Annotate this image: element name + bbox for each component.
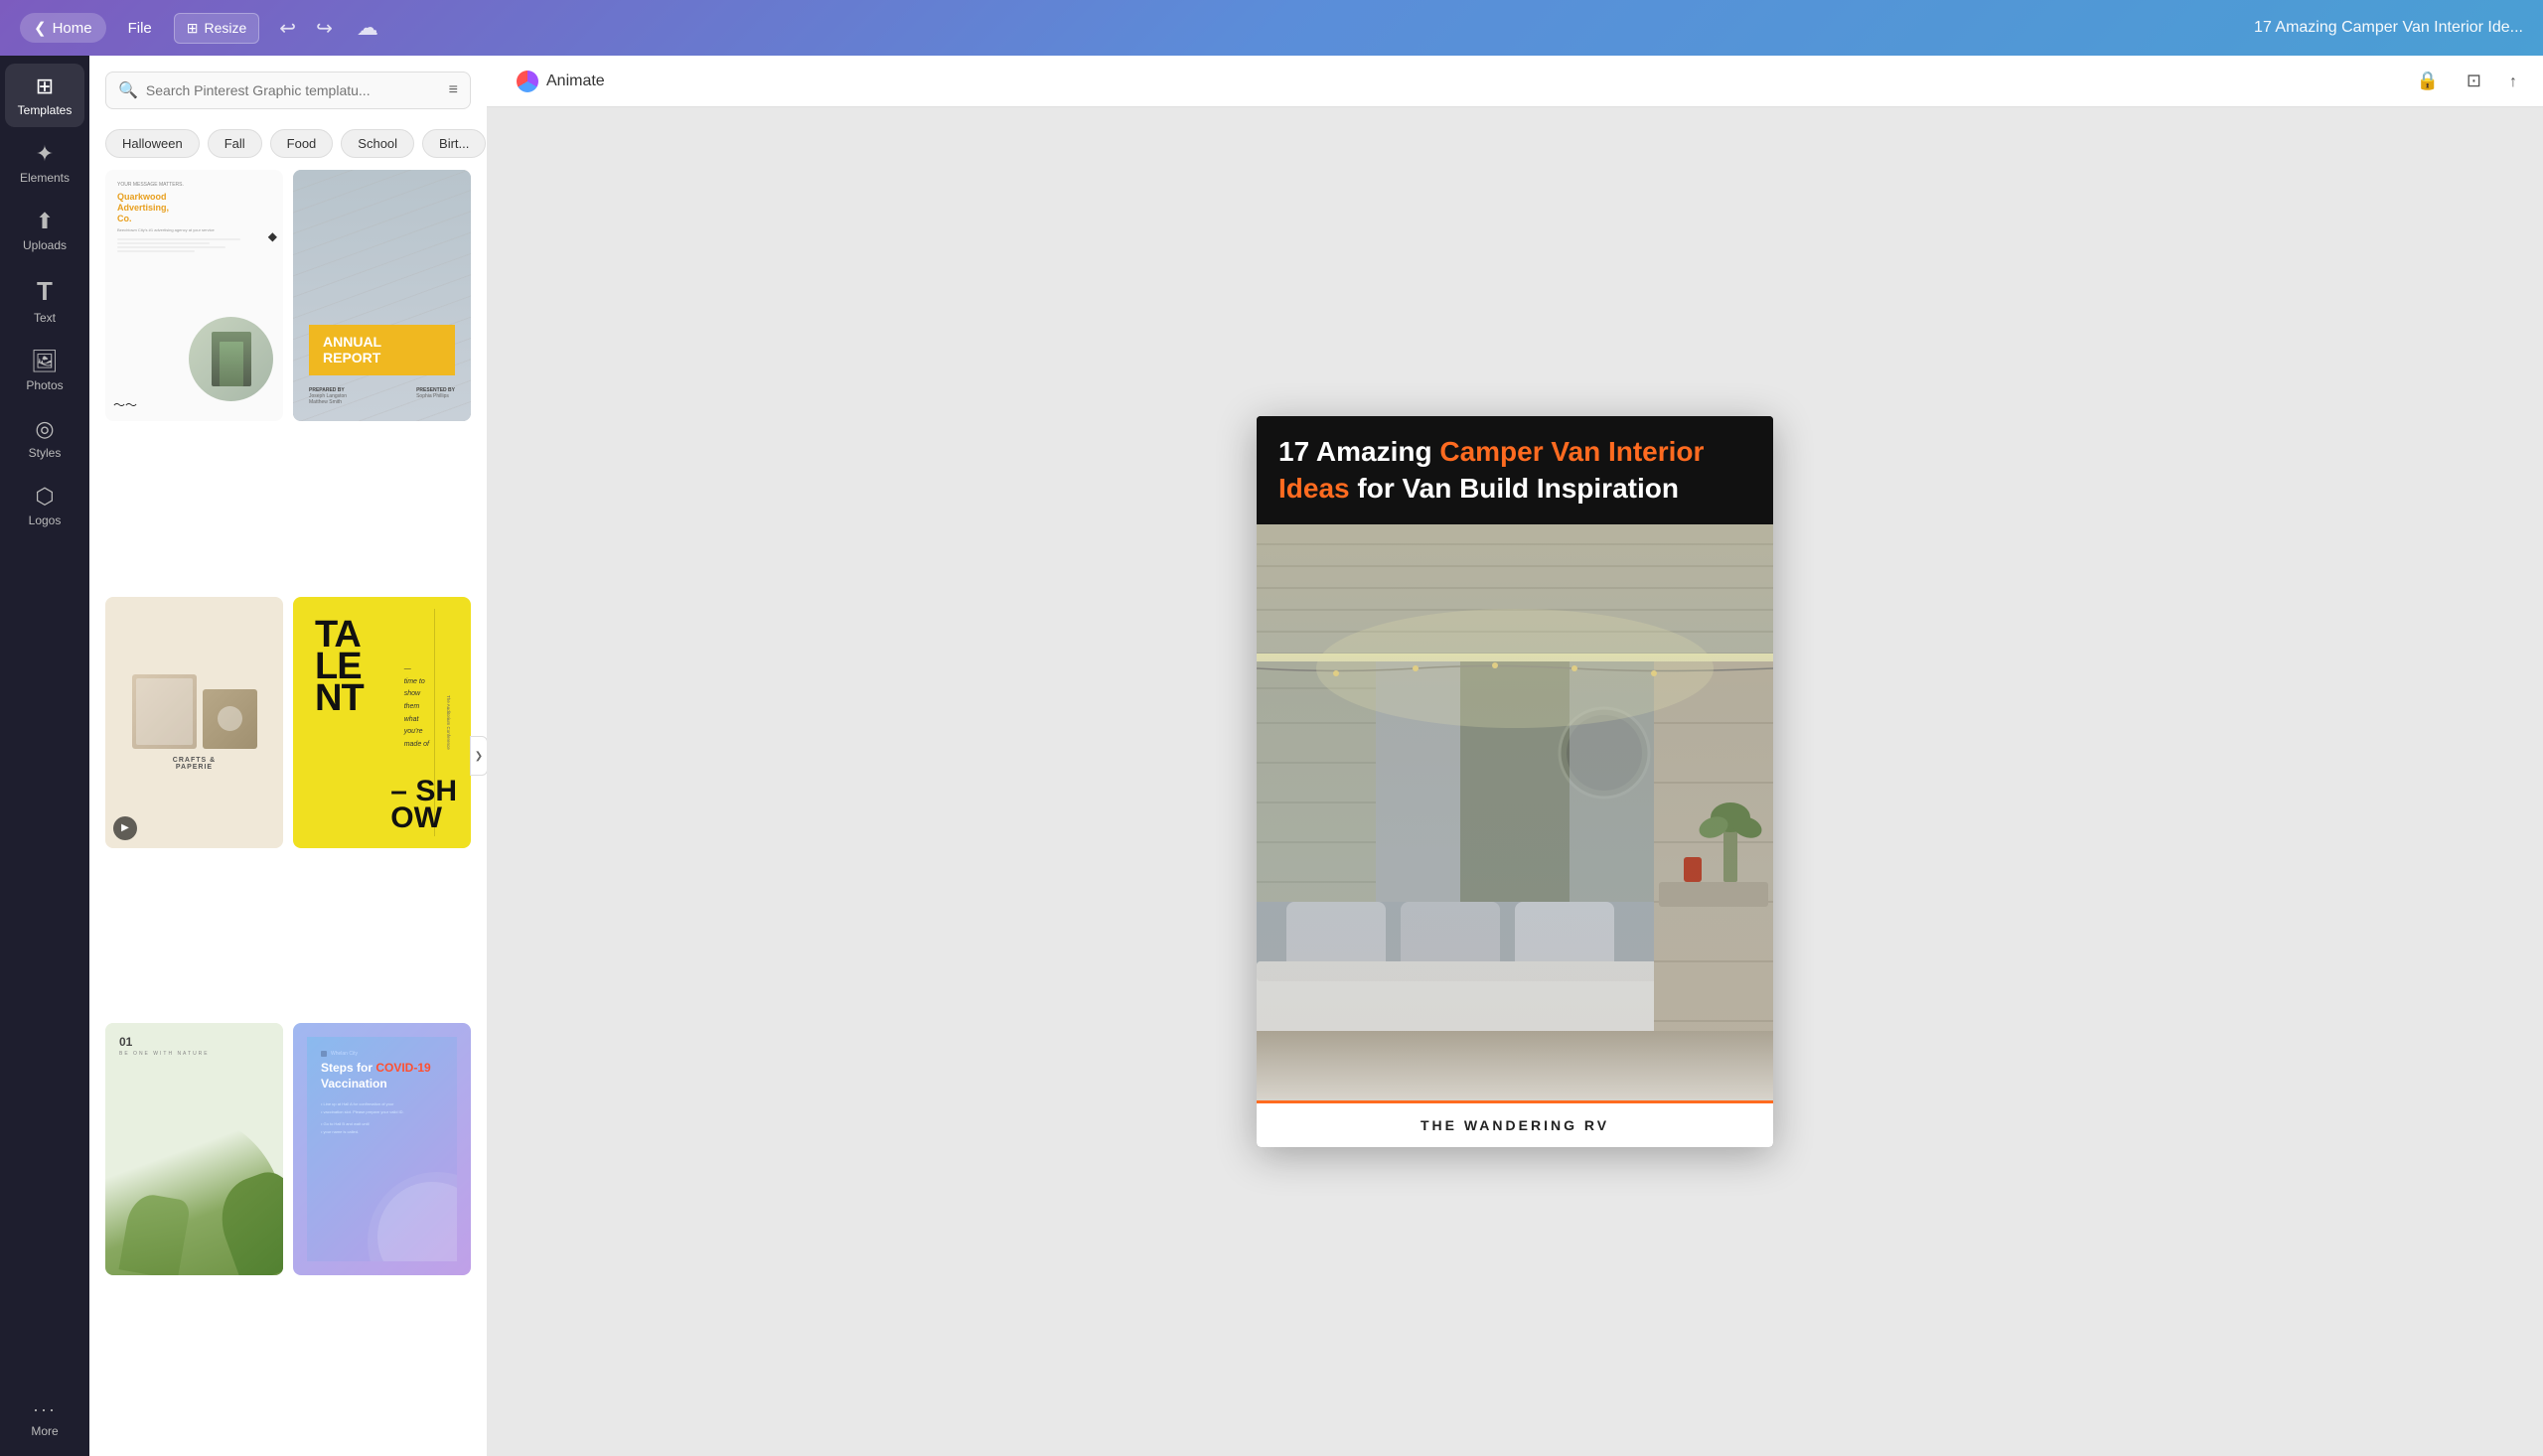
lock-button[interactable]: 🔒 [2410,65,2444,97]
template-card-covid[interactable]: Whelan City Steps for COVID-19Vaccinatio… [293,1023,471,1274]
share-icon: ↑ [2509,73,2517,90]
template-card-talent[interactable]: TALENT —time toshowthemwhatyou'remade of… [293,597,471,848]
photos-icon: 🖼 [31,349,59,374]
design-title-suffix: for Van Build Inspiration [1350,473,1679,504]
sidebar-label-photos: Photos [26,378,63,392]
chip-school[interactable]: School [341,129,414,158]
sidebar-item-uploads[interactable]: ⬆ Uploads [5,199,84,262]
resize-icon: ⊞ [187,20,199,37]
document-title: 17 Amazing Camper Van Interior Ide... [2254,19,2523,37]
copy-button[interactable]: ⊡ [2461,65,2487,97]
sidebar-label-more: More [31,1424,58,1438]
file-menu[interactable]: File [118,14,162,43]
play-button[interactable]: ▶ [113,816,137,840]
logos-icon: ⬡ [35,484,54,510]
share-button[interactable]: ↑ [2503,65,2523,97]
tmpl2-title-box: ANNUALREPORT [309,325,455,375]
cloud-save-icon: ☁ [357,15,378,41]
back-chevron-icon: ❮ [34,19,47,37]
search-input[interactable] [146,82,441,98]
design-card[interactable]: 17 Amazing Camper Van Interior Ideas for… [1257,416,1773,1147]
template-card-annual-report[interactable]: ANNUALREPORT PREPARED BY Joseph Langston… [293,170,471,421]
canvas-top-right-actions: 🔒 ⊡ ↑ [2410,65,2523,97]
templates-grid: YOUR MESSAGE MATTERS. QuarkwoodAdvertisi… [89,170,487,1456]
tmpl1-tagline: YOUR MESSAGE MATTERS. [117,182,271,188]
sidebar-item-styles[interactable]: ◎ Styles [5,406,84,470]
chip-food[interactable]: Food [270,129,334,158]
canvas-toolbar: Animate 🔒 ⊡ ↑ [487,56,2543,107]
canvas-area: Animate 🔒 ⊡ ↑ 17 Amazing Camper Van Inte… [487,56,2543,1456]
filter-icon[interactable]: ≡ [449,81,458,99]
styles-icon: ◎ [35,416,54,442]
van-overlay [1257,524,1773,1100]
chip-birthday[interactable]: Birt... [422,129,486,158]
sidebar-label-text: Text [34,311,56,325]
lock-icon: 🔒 [2416,71,2438,90]
chip-halloween[interactable]: Halloween [105,129,200,158]
search-bar: 🔍 ≡ [105,72,471,109]
topbar-left: ❮ Home File ⊞ Resize ↩ ↪ ☁ [20,10,378,47]
design-card-header: 17 Amazing Camper Van Interior Ideas for… [1257,416,1773,524]
home-label: Home [53,20,92,37]
tmpl1-sub: Beechtown City's #1 advertising agency a… [117,227,271,232]
design-card-footer: THE WANDERING RV [1257,1100,1773,1147]
sidebar-label-styles: Styles [29,446,62,460]
sidebar-item-more[interactable]: ··· More [5,1389,84,1448]
canvas-content: 17 Amazing Camper Van Interior Ideas for… [487,107,2543,1456]
template-card-nature[interactable]: 01 BE ONE WITH NATURE [105,1023,283,1274]
sidebar: ⊞ Templates ✦ Elements ⬆ Uploads T Text … [0,56,89,1456]
resize-label: Resize [205,20,247,36]
topbar: ❮ Home File ⊞ Resize ↩ ↪ ☁ 17 Amazing Ca… [0,0,2543,56]
sidebar-label-templates: Templates [18,103,73,117]
uploads-icon: ⬆ [36,209,54,234]
animate-button[interactable]: Animate [507,65,615,98]
sidebar-label-logos: Logos [29,513,62,527]
design-image-area [1257,524,1773,1100]
panel-header: 🔍 ≡ [89,56,487,121]
chip-fall[interactable]: Fall [208,129,262,158]
undo-redo-group: ↩ ↪ [271,10,341,47]
design-title: 17 Amazing Camper Van Interior Ideas for… [1278,434,1751,507]
template-card-quarkwood[interactable]: YOUR MESSAGE MATTERS. QuarkwoodAdvertisi… [105,170,283,421]
undo-button[interactable]: ↩ [271,10,304,47]
sidebar-item-photos[interactable]: 🖼 Photos [5,339,84,402]
templates-panel: 🔍 ≡ Halloween Fall Food School Birt... ❯… [89,56,487,1456]
animate-label: Animate [546,73,605,90]
home-button[interactable]: ❮ Home [20,13,106,43]
sidebar-label-elements: Elements [20,171,70,185]
templates-icon: ⊞ [36,73,54,99]
filter-chips: Halloween Fall Food School Birt... ❯ [89,121,487,170]
sidebar-item-logos[interactable]: ⬡ Logos [5,474,84,537]
tmpl2-footer: PREPARED BY Joseph Langston Matthew Smit… [309,387,455,405]
template-card-crafts[interactable]: CRAFTS & PAPERIE ▶ [105,597,283,848]
brand-name: THE WANDERING RV [1421,1117,1609,1133]
copy-icon: ⊡ [2467,71,2481,90]
text-icon: T [37,276,53,307]
redo-button[interactable]: ↪ [308,10,341,47]
search-icon: 🔍 [118,80,138,100]
elements-icon: ✦ [36,141,54,167]
panel-collapse-button[interactable]: ❯ [470,736,487,776]
resize-button[interactable]: ⊞ Resize [174,13,260,44]
more-icon: ··· [33,1399,57,1420]
sidebar-label-uploads: Uploads [23,238,67,252]
tmpl2-title: ANNUALREPORT [323,335,441,365]
tmpl1-brand: QuarkwoodAdvertising,Co. [117,192,271,223]
design-title-normal: 17 Amazing [1278,436,1439,467]
animate-icon [517,71,538,92]
sidebar-item-text[interactable]: T Text [5,266,84,335]
sidebar-item-elements[interactable]: ✦ Elements [5,131,84,195]
play-icon: ▶ [121,822,129,833]
sidebar-item-templates[interactable]: ⊞ Templates [5,64,84,127]
